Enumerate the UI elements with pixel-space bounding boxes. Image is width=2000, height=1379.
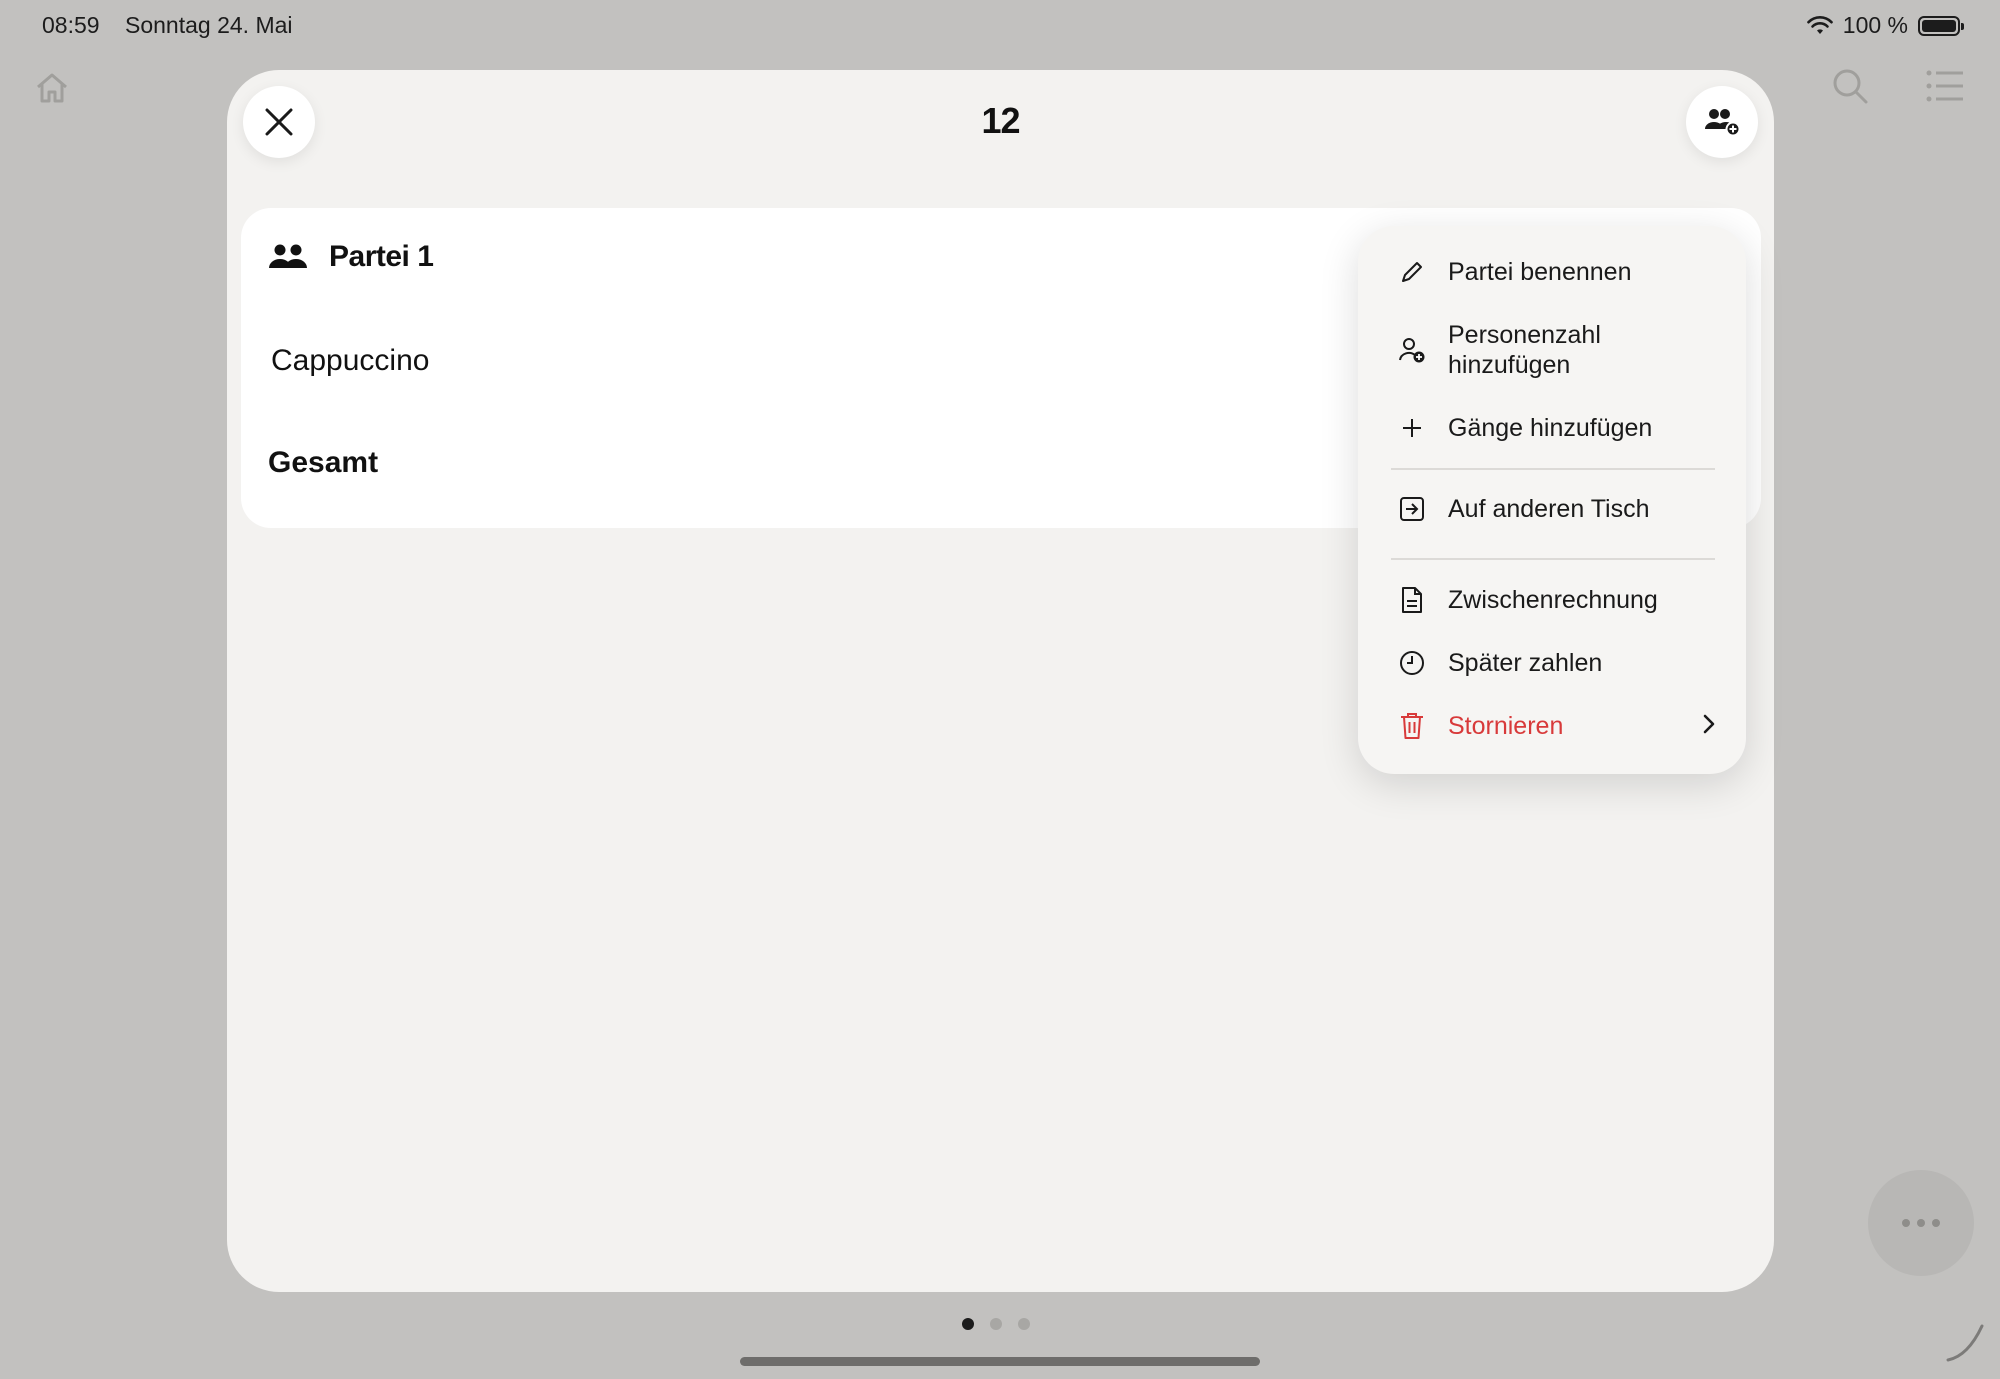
pencil-icon xyxy=(1398,258,1426,286)
menu-item-label: Personenzahl hinzufügen xyxy=(1448,320,1601,380)
ellipsis-icon xyxy=(1902,1219,1940,1227)
add-person-icon xyxy=(1398,336,1426,364)
clock-icon xyxy=(1398,649,1426,677)
menu-item-rename-party[interactable]: Partei benennen xyxy=(1358,242,1746,302)
group-icon xyxy=(269,244,307,268)
party-name: Partei 1 xyxy=(329,240,434,273)
party-header: Partei 1 xyxy=(269,240,434,274)
page-indicator[interactable] xyxy=(962,1318,1030,1330)
table-number-title: 12 xyxy=(981,100,1020,141)
add-party-button[interactable] xyxy=(1686,86,1758,158)
wifi-icon xyxy=(1806,15,1833,34)
menu-item-label: Zwischenrechnung xyxy=(1448,586,1658,614)
menu-item-label: Auf anderen Tisch xyxy=(1448,495,1650,523)
menu-item-label-line2: hinzufügen xyxy=(1448,351,1571,379)
menu-item-label-line1: Personenzahl xyxy=(1448,321,1601,349)
more-button[interactable] xyxy=(1868,1170,1974,1276)
status-time: 08:59 xyxy=(42,12,100,38)
status-date: Sonntag 24. Mai xyxy=(125,12,293,38)
pencil-hover-icon xyxy=(1944,1320,1988,1369)
menu-item-label: Später zahlen xyxy=(1448,649,1603,677)
status-indicators: 100 % xyxy=(1806,12,1964,39)
menu-item-label: Gänge hinzufügen xyxy=(1448,414,1653,442)
home-icon[interactable] xyxy=(28,64,76,112)
screen: 08:59 Sonntag 24. Mai 100 % 12 Partei 1 … xyxy=(0,0,2000,1379)
menu-item-move-table[interactable]: Auf anderen Tisch xyxy=(1358,479,1746,539)
menu-divider xyxy=(1391,468,1715,470)
list-icon[interactable] xyxy=(1925,68,1965,109)
move-table-icon xyxy=(1398,495,1426,523)
search-icon[interactable] xyxy=(1830,66,1870,111)
menu-item-label: Partei benennen xyxy=(1448,258,1632,286)
home-indicator[interactable] xyxy=(740,1357,1260,1366)
menu-item-pay-later[interactable]: Später zahlen xyxy=(1358,633,1746,693)
menu-divider xyxy=(1391,558,1715,560)
plus-icon xyxy=(1398,414,1426,442)
chevron-right-icon xyxy=(1702,713,1716,740)
battery-icon xyxy=(1918,15,1964,36)
page-dot[interactable] xyxy=(1018,1318,1030,1330)
menu-item-add-persons[interactable]: Personenzahl hinzufügen xyxy=(1358,314,1746,386)
document-icon xyxy=(1398,586,1426,614)
party-context-menu: Partei benennen Personenzahl hinzufügen xyxy=(1358,226,1746,774)
page-dot[interactable] xyxy=(962,1318,974,1330)
battery-percent: 100 % xyxy=(1842,12,1908,38)
page-dot[interactable] xyxy=(990,1318,1002,1330)
menu-item-cancel[interactable]: Stornieren xyxy=(1358,696,1746,756)
total-label: Gesamt xyxy=(268,446,379,479)
menu-item-label: Stornieren xyxy=(1448,712,1564,740)
order-item-name[interactable]: Cappuccino xyxy=(271,344,429,378)
trash-icon xyxy=(1398,712,1426,740)
add-group-icon xyxy=(1705,109,1741,137)
menu-item-add-courses[interactable]: Gänge hinzufügen xyxy=(1358,398,1746,458)
menu-item-interim-bill[interactable]: Zwischenrechnung xyxy=(1358,570,1746,630)
